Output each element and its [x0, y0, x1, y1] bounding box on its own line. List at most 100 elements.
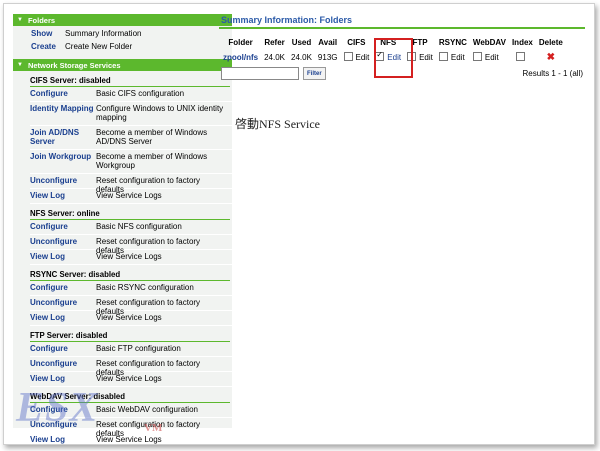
- cifs-status-title: CIFS Server: disabled: [30, 74, 230, 87]
- cifs-join-workgroup-link[interactable]: Join Workgroup: [30, 152, 96, 161]
- col-used: Used: [291, 38, 312, 47]
- cifs-join-workgroup-row: Join Workgroup Become a member of Window…: [30, 150, 232, 174]
- cifs-configure-link[interactable]: Configure: [30, 89, 96, 98]
- cifs-checkbox[interactable]: [343, 52, 353, 62]
- nss-header[interactable]: ▼ Network Storage Services: [13, 59, 232, 71]
- folders-header-label: Folders: [27, 15, 56, 25]
- col-rsync: RSYNC: [438, 38, 467, 47]
- rsync-service-block: RSYNC Server: disabled Configure Basic R…: [30, 268, 232, 326]
- nfs-unconfigure-link[interactable]: Unconfigure: [30, 237, 96, 246]
- rsync-unconfigure-row: Unconfigure Reset configuration to facto…: [30, 296, 232, 316]
- cifs-join-ad-link[interactable]: Join AD/DNS Server: [30, 128, 96, 146]
- webdav-cell: Edit: [470, 50, 509, 65]
- cifs-configure-desc: Basic CIFS configuration: [96, 89, 185, 98]
- ftp-view-log-link[interactable]: View Log: [30, 374, 96, 383]
- cifs-identity-mapping-link[interactable]: Identity Mapping: [30, 104, 96, 113]
- nfs-configure-desc: Basic NFS configuration: [96, 222, 182, 231]
- nav-row-show: Show Summary Information: [13, 29, 232, 42]
- col-cifs: CIFS: [347, 38, 366, 47]
- used-value: 24.0K: [291, 53, 312, 62]
- rsync-unconfigure-link[interactable]: Unconfigure: [30, 298, 96, 307]
- nfs-unconfigure-row: Unconfigure Reset configuration to facto…: [30, 235, 232, 255]
- nss-header-label: Network Storage Services: [27, 60, 121, 70]
- rsync-configure-row: Configure Basic RSYNC configuration: [30, 281, 232, 296]
- cifs-join-workgroup-desc: Become a member of Windows Workgroup: [96, 152, 208, 170]
- nfs-view-log-desc: View Service Logs: [96, 252, 162, 261]
- cifs-service-block: CIFS Server: disabled Configure Basic CI…: [30, 74, 232, 204]
- index-checkbox[interactable]: [516, 52, 526, 62]
- create-desc: Create New Folder: [65, 42, 133, 51]
- nfs-highlight-box: [374, 38, 413, 78]
- delete-x-icon[interactable]: ✖: [547, 52, 555, 63]
- filter-input[interactable]: [221, 67, 299, 80]
- nfs-status-title: NFS Server: online: [30, 207, 230, 220]
- cifs-view-log-link[interactable]: View Log: [30, 191, 96, 200]
- left-panel: ▼ Folders Show Summary Information Creat…: [13, 14, 232, 444]
- rsync-configure-desc: Basic RSYNC configuration: [96, 283, 194, 292]
- ftp-edit-link[interactable]: Edit: [419, 53, 433, 62]
- cifs-configure-row: Configure Basic CIFS configuration: [30, 87, 232, 102]
- collapse-triangle-icon[interactable]: ▼: [17, 62, 23, 68]
- webdav-view-log-row: View Log View Service Logs: [30, 433, 232, 444]
- ftp-configure-row: Configure Basic FTP configuration: [30, 342, 232, 357]
- rsync-cell: Edit: [436, 50, 470, 65]
- cifs-edit-link[interactable]: Edit: [356, 53, 370, 62]
- annotation-note: 啓動NFS Service: [235, 117, 320, 131]
- cifs-unconfigure-link[interactable]: Unconfigure: [30, 176, 96, 185]
- screenshot-frame: ▼ Folders Show Summary Information Creat…: [3, 3, 595, 445]
- rsync-view-log-desc: View Service Logs: [96, 313, 162, 322]
- index-cell: [509, 50, 536, 65]
- ftp-unconfigure-link[interactable]: Unconfigure: [30, 359, 96, 368]
- webdav-view-log-link[interactable]: View Log: [30, 435, 96, 444]
- nfs-configure-link[interactable]: Configure: [30, 222, 96, 231]
- page-title: Summary Information: Folders: [219, 14, 585, 29]
- create-link[interactable]: Create: [13, 42, 65, 51]
- nfs-view-log-link[interactable]: View Log: [30, 252, 96, 261]
- nfs-service-block: NFS Server: online Configure Basic NFS c…: [30, 207, 232, 265]
- cifs-view-log-row: View Log View Service Logs: [30, 189, 232, 204]
- collapse-triangle-icon[interactable]: ▼: [17, 17, 23, 23]
- folders-header[interactable]: ▼ Folders: [13, 14, 232, 26]
- col-folder: Folder: [228, 38, 253, 47]
- rsync-view-log-link[interactable]: View Log: [30, 313, 96, 322]
- results-count: Results 1 - 1 (all): [522, 69, 583, 78]
- cifs-identity-mapping-desc: Configure Windows to UNIX identity mappi…: [96, 104, 224, 122]
- nfs-configure-row: Configure Basic NFS configuration: [30, 220, 232, 235]
- webdav-configure-desc: Basic WebDAV configuration: [96, 405, 198, 414]
- rsync-configure-link[interactable]: Configure: [30, 283, 96, 292]
- col-index: Index: [511, 38, 533, 47]
- nav-row-create: Create Create New Folder: [13, 42, 232, 55]
- ftp-view-log-desc: View Service Logs: [96, 374, 162, 383]
- show-link[interactable]: Show: [13, 29, 65, 38]
- filter-button[interactable]: Filter: [303, 67, 326, 80]
- delete-cell: ✖: [536, 50, 566, 65]
- cifs-join-ad-row: Join AD/DNS Server Become a member of Wi…: [30, 126, 232, 150]
- col-delete: Delete: [538, 38, 563, 47]
- rsync-edit-link[interactable]: Edit: [451, 53, 465, 62]
- webdav-edit-link[interactable]: Edit: [485, 53, 499, 62]
- folder-name-link[interactable]: zpool/nfs: [223, 53, 258, 62]
- nfs-view-log-row: View Log View Service Logs: [30, 250, 232, 265]
- col-avail: Avail: [318, 38, 338, 47]
- webdav-checkbox[interactable]: [472, 52, 482, 62]
- rsync-status-title: RSYNC Server: disabled: [30, 268, 230, 281]
- ftp-service-block: FTP Server: disabled Configure Basic FTP…: [30, 329, 232, 387]
- folders-menu: Show Summary Information Create Create N…: [13, 26, 232, 59]
- ftp-configure-link[interactable]: Configure: [30, 344, 96, 353]
- cifs-cell: Edit: [341, 50, 373, 65]
- cifs-identity-row: Identity Mapping Configure Windows to UN…: [30, 102, 232, 126]
- col-webdav: WebDAV: [472, 38, 506, 47]
- avail-value: 913G: [317, 53, 338, 62]
- refer-value: 24.0K: [264, 53, 286, 62]
- main-panel: Summary Information: Folders Folder Refe…: [219, 14, 585, 80]
- rsync-view-log-row: View Log View Service Logs: [30, 311, 232, 326]
- watermark-sub: VM: [144, 422, 163, 434]
- ftp-configure-desc: Basic FTP configuration: [96, 344, 181, 353]
- cifs-view-log-desc: View Service Logs: [96, 191, 162, 200]
- ftp-unconfigure-row: Unconfigure Reset configuration to facto…: [30, 357, 232, 377]
- show-desc: Summary Information: [65, 29, 142, 38]
- col-refer: Refer: [264, 38, 285, 47]
- ftp-status-title: FTP Server: disabled: [30, 329, 230, 342]
- watermark-logo: ESX: [16, 385, 99, 431]
- rsync-checkbox[interactable]: [438, 52, 448, 62]
